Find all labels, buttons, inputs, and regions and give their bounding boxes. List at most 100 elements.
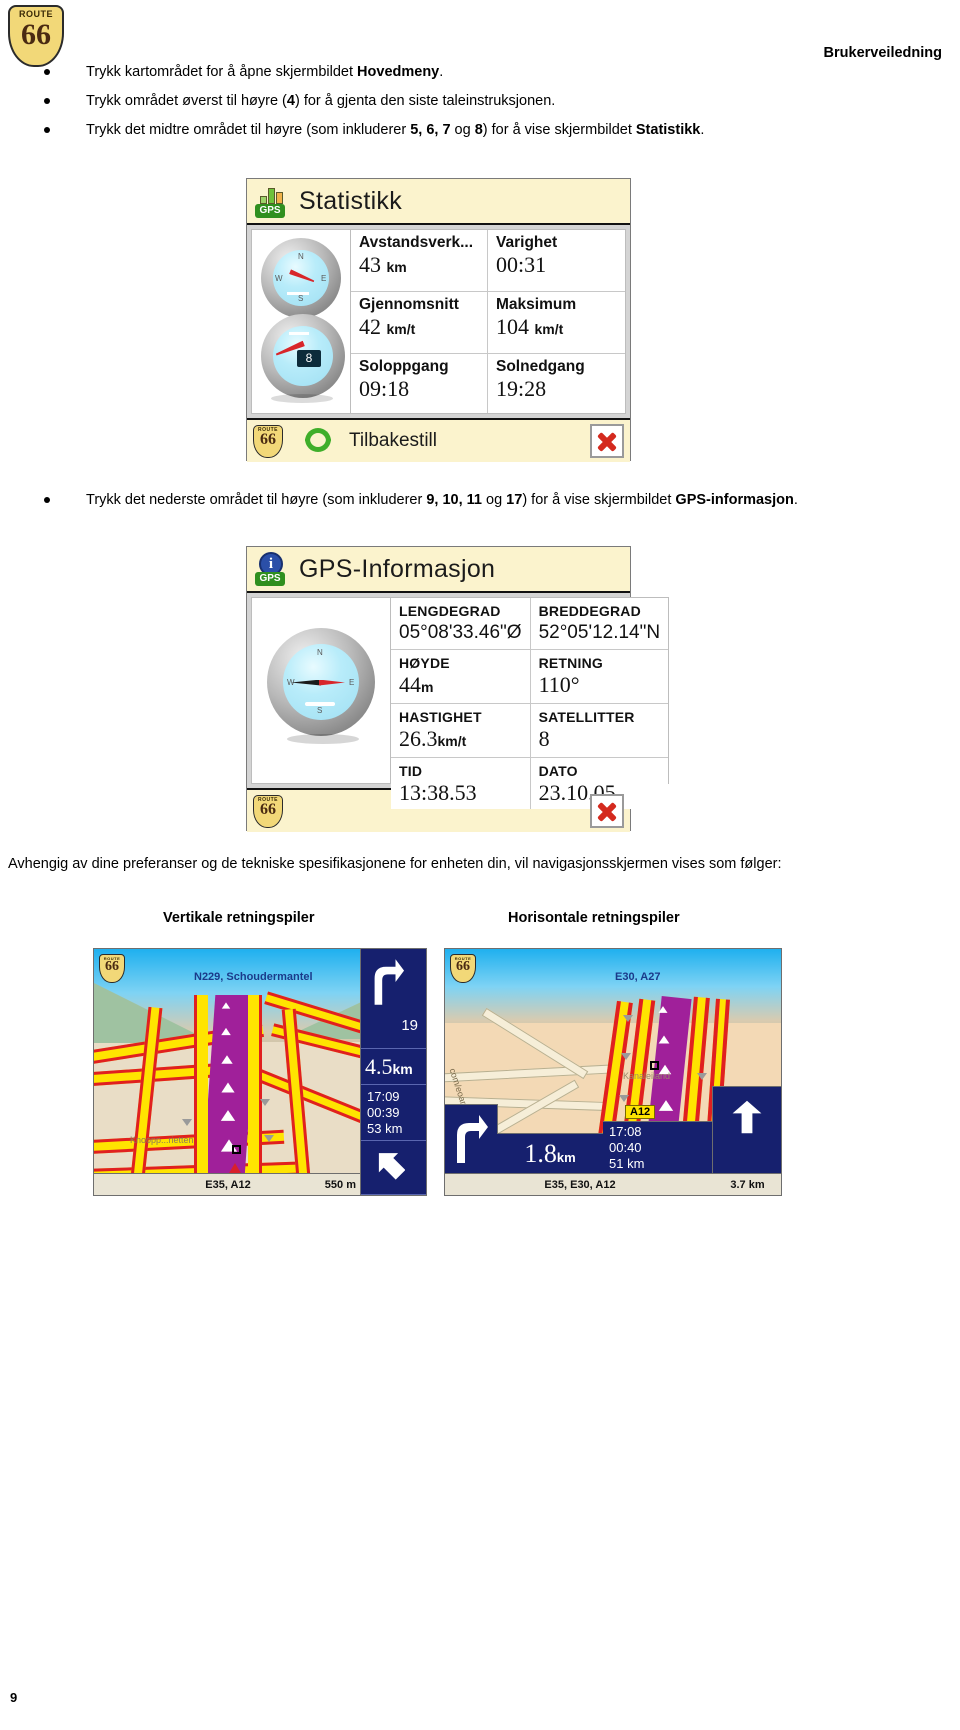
plain-text: ) for å vise skjermbildet: [522, 492, 676, 508]
map-bottom-strip: E35, E30, A12: [445, 1173, 715, 1195]
gps-label-text: TID: [399, 763, 423, 779]
gps-grid: LENGDEGRAD 05°08'33.46"Ø BREDDEGRAD 52°0…: [391, 597, 670, 809]
gps-label-text: HASTIGHET: [399, 709, 482, 725]
opposite-arrow: [260, 1099, 270, 1106]
map-bottom-strip: E35, A12 550 m: [94, 1173, 362, 1195]
bullet-statistikk: Trykk det midtre området til høyre (som …: [44, 120, 874, 141]
distance-unit: km: [556, 1149, 576, 1165]
gps-label-text: LENGDEGRAD: [399, 603, 501, 619]
opposite-arrow: [697, 1073, 707, 1080]
gps-value: 13:38.53: [399, 780, 477, 805]
bullet-text: Trykk det nederste området til høyre (so…: [86, 492, 798, 508]
final-distance: 3.7 km: [730, 1178, 765, 1191]
remaining-distance: 53 km: [367, 1121, 403, 1136]
final-distance-strip: 3.7 km: [713, 1173, 781, 1195]
dual-compass-widget: N E S W 8: [255, 234, 347, 409]
map-horizontal-screenshot: E30, A27 Kanaleiland A12 com/eoars ROUTE…: [444, 948, 782, 1196]
arrival-time: 17:08: [609, 1124, 642, 1139]
plain-text: og: [481, 492, 507, 508]
stat-value: 43 km: [359, 252, 407, 277]
stat-cell-avstand: Avstandsverk... 43 km: [351, 230, 488, 292]
header-title: Brukerveiledning: [823, 45, 942, 61]
emphasis-text: 4: [286, 93, 295, 109]
bar-2: [268, 188, 275, 204]
eta-row: 17:09 00:39 53 km: [361, 1085, 426, 1141]
statistikk-compass-cell: N E S W 8: [251, 229, 351, 414]
next-turn-row: [361, 1141, 426, 1195]
place-name-label: Kanaleiland: [623, 1071, 671, 1081]
road-badge: A12: [625, 1105, 656, 1119]
stat-label: Solnedgang: [496, 358, 585, 375]
plain-text: Trykk det midtre området til høyre (som …: [86, 122, 411, 138]
gps-value: 52°05'12.14"N: [538, 622, 661, 643]
bottom-road-label: E35, E30, A12: [544, 1178, 616, 1191]
compass-shadow: [287, 733, 359, 744]
bullet-dot-icon: [44, 497, 50, 503]
compass-letter-e: E: [349, 677, 355, 687]
bullet-dot-icon: [44, 98, 50, 104]
gps-value: 26.3km/t: [399, 726, 467, 751]
bullet-list-top: Trykk kartområdet for å åpne skjermbilde…: [44, 62, 874, 149]
compass-lower-mark: [289, 332, 309, 335]
plain-text: Trykk det nederste området til høyre (so…: [86, 492, 427, 508]
stat-label: Varighet: [496, 234, 558, 251]
gps-bars-icon: GPS: [255, 184, 289, 218]
opposite-arrow: [621, 1053, 631, 1060]
gps-value: 110°: [538, 672, 580, 697]
reset-label[interactable]: Tilbakestill: [349, 430, 437, 452]
direction-arrow: [658, 1100, 674, 1111]
compass-letter-n: N: [298, 252, 304, 261]
stat-label: Maksimum: [496, 296, 577, 313]
gps-cell-retning: RETNING 110°: [530, 650, 669, 704]
arrival-time: 17:09: [367, 1089, 400, 1104]
navigation-info-panel: 19 4.5km 17:09 00:39 53 km: [360, 949, 426, 1195]
close-icon[interactable]: [590, 794, 624, 828]
direction-arrow: [658, 1035, 670, 1044]
gps-compass-cell: N E S W: [251, 597, 391, 784]
compass-shadow: [271, 394, 333, 403]
stat-cell-soloppgang: Soloppgang 09:18: [351, 354, 488, 413]
route66-icon[interactable]: ROUTE 66: [253, 794, 283, 828]
logo-number: 66: [105, 959, 119, 974]
route66-icon[interactable]: ROUTE 66: [253, 424, 283, 458]
emphasis-text: 9, 10, 11: [426, 492, 482, 508]
route66-icon[interactable]: ROUTE 66: [99, 954, 125, 983]
recycle-icon[interactable]: [301, 425, 335, 457]
route66-icon[interactable]: ROUTE 66: [450, 954, 476, 983]
emphasis-text: 5, 6, 7: [410, 122, 451, 138]
distance-value: 4.5km: [365, 1053, 413, 1079]
direction-arrow: [221, 1055, 233, 1064]
stat-value: 42 km/t: [359, 314, 416, 339]
stat-unit: km/t: [534, 321, 564, 337]
gps-cell-breddegrad: BREDDEGRAD 52°05'12.14"N: [530, 598, 669, 650]
plain-text: .: [439, 64, 444, 80]
logo-number: 66: [260, 430, 276, 448]
emphasis-text: Statistikk: [635, 122, 701, 138]
route-edge-right: [248, 995, 262, 1195]
compass-bar: [305, 701, 335, 706]
compass-letter-s: S: [317, 705, 323, 715]
distance-row: 4.5km: [361, 1049, 426, 1085]
logo-number: 66: [21, 18, 51, 51]
direction-arrow: [221, 1002, 231, 1009]
route-edge-left: [194, 995, 208, 1195]
recycle-arc-2: [305, 439, 331, 452]
gps-informasjon-screenshot: i GPS GPS-Informasjon N E S W LENGDEGRAD…: [246, 546, 670, 832]
close-icon[interactable]: [590, 424, 624, 458]
gps-cell-hoyde: HØYDE 44m: [391, 650, 531, 704]
bullet-hovedmeny: Trykk kartområdet for å åpne skjermbilde…: [44, 62, 874, 83]
direction-arrow: [220, 1110, 236, 1121]
gps-label-text: HØYDE: [399, 655, 450, 671]
final-turn-box: [712, 1086, 781, 1173]
gps-cell-tid: TID 13:38.53: [391, 758, 531, 809]
bullet-dot-icon: [44, 127, 50, 133]
turn-right-arrow-icon: [374, 959, 405, 1005]
gps-label: GPS: [255, 572, 285, 586]
compass-letter-n: N: [317, 647, 323, 657]
document-page: ROUTE 66 Brukerveiledning Trykk kartområ…: [0, 0, 960, 1730]
bottom-road-label: E35, A12: [205, 1178, 251, 1191]
statistikk-screenshot: GPS Statistikk N E S W 8 Avstandsverk...…: [246, 178, 631, 462]
emphasis-text: 8: [474, 122, 483, 138]
direction-arrow: [658, 1006, 668, 1013]
emphasis-text: 17: [506, 492, 523, 508]
